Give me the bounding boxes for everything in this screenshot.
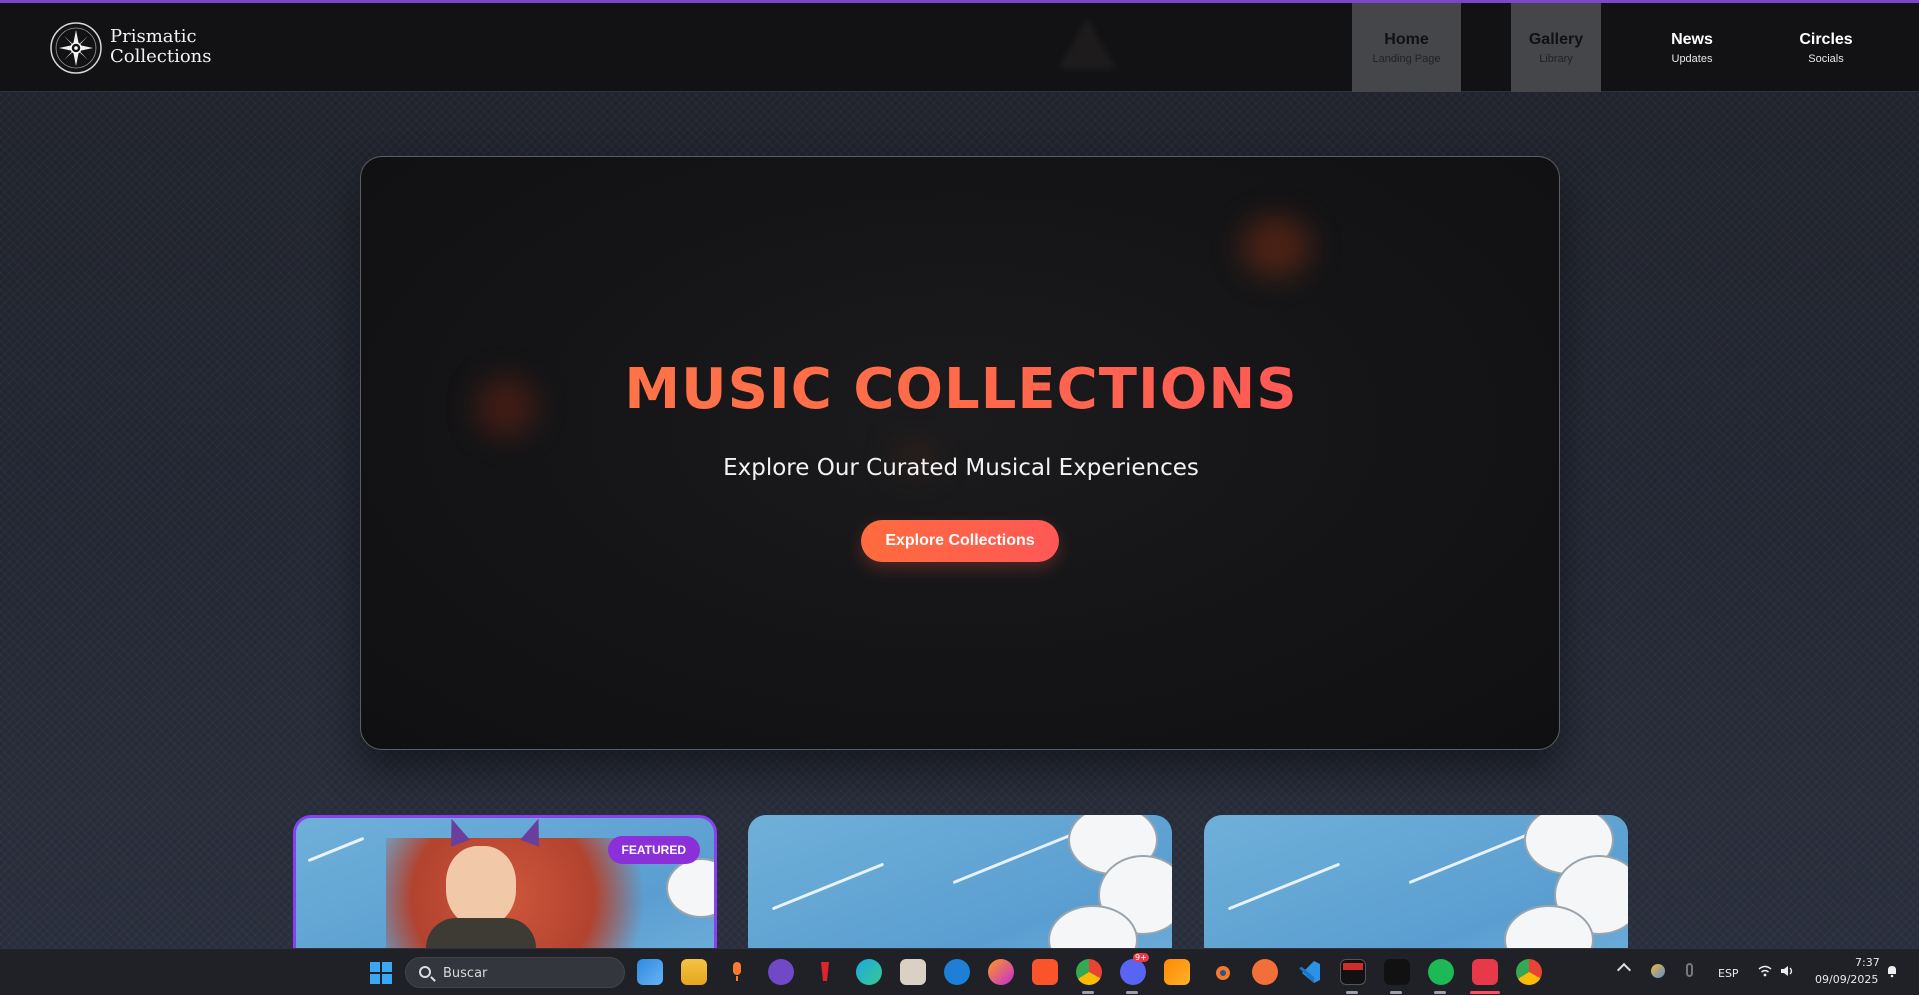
blender-icon[interactable] (1208, 959, 1234, 985)
search-icon (419, 966, 431, 978)
language-indicator[interactable]: ESP (1718, 967, 1739, 980)
sky-streak (952, 828, 1084, 885)
running-indicator (1434, 991, 1446, 994)
taskbar: Buscar 9+ ESP 7:37 09/09/2025 (0, 948, 1919, 995)
red-app-icon[interactable] (812, 959, 838, 985)
clock-date[interactable]: 09/09/2025 (1815, 973, 1878, 986)
store-icon[interactable] (637, 959, 663, 985)
firefox-icon[interactable] (988, 959, 1014, 985)
brave-icon[interactable] (1032, 959, 1058, 985)
running-indicator (1470, 991, 1500, 994)
card-artwork-face (446, 846, 516, 926)
hero-subtitle: Explore Our Curated Musical Experiences (723, 455, 1199, 481)
brand-name[interactable]: Prismatic Collections (110, 27, 212, 67)
clock-time[interactable]: 7:37 (1855, 956, 1880, 969)
running-indicator (1390, 991, 1402, 994)
nav-news[interactable]: News Updates (1644, 3, 1740, 92)
nav-gallery-label: Gallery (1528, 30, 1584, 48)
taskbar-search[interactable]: Buscar (405, 957, 625, 988)
file-explorer-icon[interactable] (681, 959, 707, 985)
vscode-icon[interactable] (1296, 959, 1322, 985)
featured-badge: FEATURED (607, 836, 700, 864)
nav-home-sub: Landing Page (1372, 52, 1441, 65)
minecraft-icon[interactable] (900, 959, 926, 985)
hero-section: MUSIC COLLECTIONS Explore Our Curated Mu… (360, 156, 1560, 750)
nav-decor-triangle (1058, 17, 1116, 69)
chrome-profile-icon[interactable] (1516, 959, 1542, 985)
nav-home-label: Home (1384, 30, 1429, 48)
gamepad-icon[interactable] (768, 959, 794, 985)
running-indicator (1346, 991, 1358, 994)
vivaldi-icon[interactable] (1472, 959, 1498, 985)
brush-app-icon[interactable] (1252, 959, 1278, 985)
microphone-icon[interactable] (724, 959, 750, 985)
sky-streak (1408, 828, 1540, 885)
weather-icon[interactable] (1651, 964, 1665, 978)
nav-news-sub: Updates (1671, 52, 1713, 65)
mic-muted-icon[interactable] (1686, 963, 1693, 977)
brand-line-1: Prismatic (110, 26, 197, 47)
tray-chevron-icon[interactable] (1616, 962, 1632, 978)
capcut-icon[interactable] (1384, 959, 1410, 985)
sky-streak (1227, 862, 1341, 911)
chrome-icon[interactable] (1076, 959, 1102, 985)
nav-gallery-sub: Library (1539, 52, 1573, 65)
nav-news-label: News (1671, 30, 1713, 48)
edge-icon[interactable] (856, 959, 882, 985)
running-indicator (1126, 991, 1138, 994)
discord-icon[interactable]: 9+ (1120, 953, 1149, 985)
fl-studio-icon[interactable] (1164, 959, 1190, 985)
spotify-icon[interactable] (1428, 959, 1454, 985)
hero-glow (1241, 217, 1311, 277)
explore-collections-button[interactable]: Explore Collections (861, 520, 1059, 562)
voicemeeter-icon[interactable] (1340, 959, 1366, 985)
nav-circles-sub: Socials (1808, 52, 1844, 65)
sky-streak (771, 862, 885, 911)
notification-bell-icon[interactable] (1886, 964, 1898, 978)
nav-circles[interactable]: Circles Socials (1780, 3, 1872, 92)
discord-notification-badge: 9+ (1133, 953, 1149, 962)
wifi-icon[interactable] (1758, 964, 1772, 978)
taskbar-search-placeholder: Buscar (443, 966, 488, 981)
hero-title: MUSIC COLLECTIONS (361, 357, 1559, 422)
nav-home[interactable]: Home Landing Page (1352, 3, 1461, 92)
app-icon[interactable] (944, 959, 970, 985)
logo-icon[interactable] (48, 19, 104, 77)
running-indicator (1082, 991, 1094, 994)
volume-icon[interactable] (1780, 964, 1796, 978)
navbar: Prismatic Collections Home Landing Page … (0, 3, 1919, 92)
nav-gallery[interactable]: Gallery Library (1511, 3, 1601, 92)
cloud-shape (666, 858, 714, 918)
brand-line-2: Collections (110, 46, 212, 67)
sky-streak (307, 836, 365, 863)
nav-circles-label: Circles (1799, 30, 1853, 48)
windows-start-icon[interactable] (369, 961, 393, 985)
